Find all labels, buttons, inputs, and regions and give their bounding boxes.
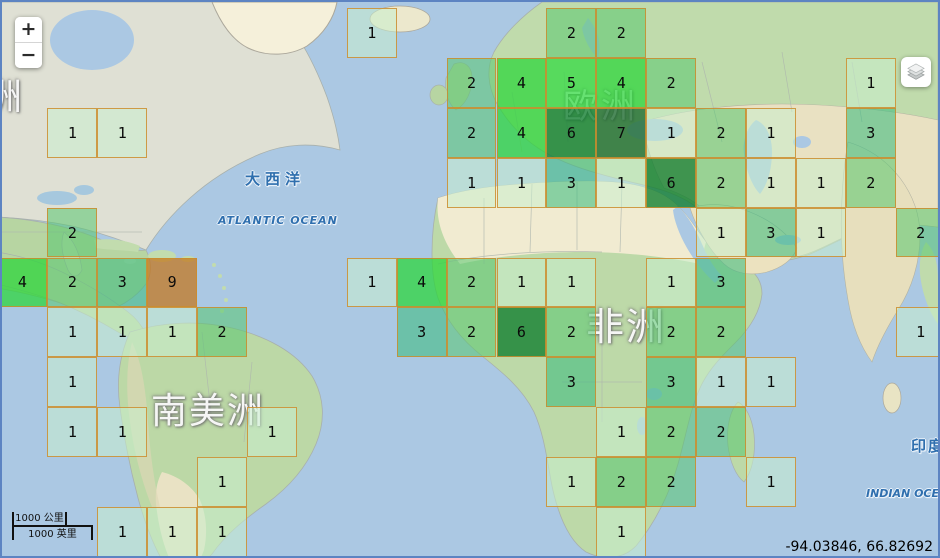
grid-cell[interactable]: 9	[147, 258, 197, 308]
grid-cell[interactable]: 1	[197, 457, 247, 507]
grid-cell[interactable]: 1	[546, 457, 596, 507]
grid-cell[interactable]: 3	[696, 258, 746, 308]
grid-cell[interactable]: 2	[447, 108, 497, 158]
grid-cell[interactable]: 4	[497, 58, 547, 108]
grid-cell[interactable]: 6	[497, 307, 547, 357]
grid-cell[interactable]: 2	[447, 307, 497, 357]
grid-cell[interactable]: 3	[746, 208, 796, 258]
grid-cell[interactable]: 1	[347, 258, 397, 308]
grid-cell[interactable]: 2	[846, 158, 896, 208]
grid-cell[interactable]: 1	[596, 407, 646, 457]
grid-cell[interactable]: 7	[596, 108, 646, 158]
grid-cell[interactable]: 1	[896, 307, 940, 357]
grid-cell[interactable]: 2	[447, 58, 497, 108]
grid-cell[interactable]: 1	[97, 108, 147, 158]
grid-cell[interactable]: 1	[696, 208, 746, 258]
grid-cell[interactable]: 1	[447, 158, 497, 208]
grid-cell[interactable]: 3	[846, 108, 896, 158]
grid-cell[interactable]: 1	[846, 58, 896, 108]
grid-cell[interactable]: 1	[347, 8, 397, 58]
grid-cell[interactable]: 1	[97, 407, 147, 457]
grid-cell[interactable]: 4	[596, 58, 646, 108]
grid-cell[interactable]: 4	[397, 258, 447, 308]
grid-cell[interactable]: 2	[47, 258, 97, 308]
scale-imperial: 1000 英里	[12, 525, 93, 540]
zoom-out-button[interactable]: −	[15, 43, 42, 68]
grid-cell[interactable]: 2	[896, 208, 940, 258]
grid-cell[interactable]: 1	[247, 407, 297, 457]
grid-cell[interactable]: 2	[696, 158, 746, 208]
grid-cell[interactable]: 1	[746, 457, 796, 507]
grid-cell[interactable]: 1	[646, 108, 696, 158]
grid-cell[interactable]: 4	[497, 108, 547, 158]
grid-cell[interactable]: 6	[646, 158, 696, 208]
grid-cell[interactable]: 1	[47, 357, 97, 407]
grid-cell[interactable]: 3	[397, 307, 447, 357]
layers-icon	[905, 61, 927, 83]
grid-cell[interactable]: 5	[546, 58, 596, 108]
grid-cell[interactable]: 2	[646, 58, 696, 108]
grid-cell[interactable]: 2	[596, 457, 646, 507]
grid-cell[interactable]: 2	[646, 307, 696, 357]
grid-cell[interactable]: 6	[546, 108, 596, 158]
grid-cell[interactable]: 2	[646, 407, 696, 457]
grid-cell[interactable]: 1	[47, 407, 97, 457]
grid-cell[interactable]: 1	[646, 258, 696, 308]
grid-cell[interactable]: 1	[97, 307, 147, 357]
grid-cell[interactable]: 1	[746, 357, 796, 407]
grid-cell[interactable]: 2	[197, 307, 247, 357]
coordinates-display: -94.03846, 66.82692	[785, 539, 933, 555]
zoom-in-button[interactable]: +	[15, 17, 42, 43]
grid-cell[interactable]: 1	[147, 507, 197, 557]
grid-cell[interactable]: 2	[546, 307, 596, 357]
grid-cell[interactable]: 3	[546, 357, 596, 407]
grid-cell[interactable]: 1	[696, 357, 746, 407]
grid-cell[interactable]: 3	[646, 357, 696, 407]
grid-cell[interactable]: 1	[746, 158, 796, 208]
grid-cell[interactable]: 1	[197, 507, 247, 557]
grid-cell[interactable]: 2	[546, 8, 596, 58]
grid-cell[interactable]: 1	[746, 108, 796, 158]
grid-cell[interactable]: 3	[97, 258, 147, 308]
grid-cell[interactable]: 2	[596, 8, 646, 58]
grid-cell[interactable]: 1	[596, 158, 646, 208]
grid-cell[interactable]: 1	[796, 158, 846, 208]
grid-cell[interactable]: 2	[47, 208, 97, 258]
grid-cell[interactable]: 2	[696, 407, 746, 457]
grid-cell[interactable]: 1	[47, 108, 97, 158]
scale-metric: 1000 公里	[12, 512, 67, 527]
scale-control: 1000 公里 1000 英里	[12, 512, 93, 540]
grid-overlay: 1222454211124671213113162112213124239142…	[2, 2, 938, 556]
grid-cell[interactable]: 2	[696, 307, 746, 357]
grid-cell[interactable]: 1	[596, 507, 646, 557]
map-canvas[interactable]: 洲欧洲非洲南美洲大西洋ATLANTIC OCEAN印度INDIAN OCEAN …	[0, 0, 940, 558]
grid-cell[interactable]: 2	[696, 108, 746, 158]
grid-cell[interactable]: 1	[497, 258, 547, 308]
grid-cell[interactable]: 2	[646, 457, 696, 507]
grid-cell[interactable]: 3	[546, 158, 596, 208]
grid-cell[interactable]: 1	[147, 307, 197, 357]
grid-cell[interactable]: 1	[47, 307, 97, 357]
layers-button[interactable]	[901, 57, 931, 87]
grid-cell[interactable]: 1	[796, 208, 846, 258]
grid-cell[interactable]: 1	[97, 507, 147, 557]
zoom-control: + −	[15, 17, 42, 68]
grid-cell[interactable]: 4	[0, 258, 47, 308]
grid-cell[interactable]: 1	[497, 158, 547, 208]
grid-cell[interactable]: 2	[447, 258, 497, 308]
grid-cell[interactable]: 1	[546, 258, 596, 308]
